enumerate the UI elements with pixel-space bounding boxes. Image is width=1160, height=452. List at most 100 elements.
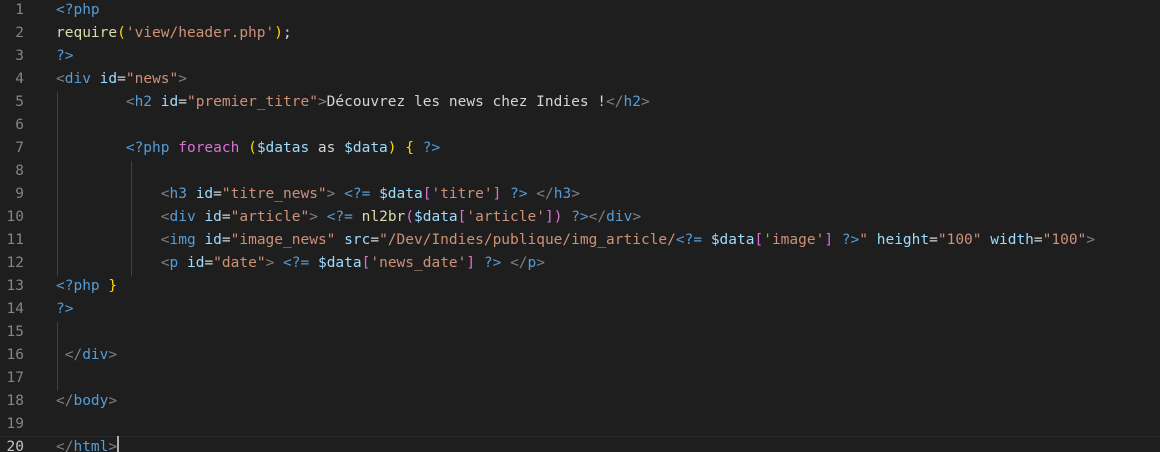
code-line[interactable]: 10 <div id="article"> <?= nl2br($data['a… (0, 206, 1160, 229)
line-number: 6 (15, 117, 24, 133)
line-number: 11 (6, 232, 24, 248)
code-token: </ (588, 209, 607, 225)
code-token: "premier_titre" (186, 94, 318, 110)
line-code[interactable]: <img id="image_news" src="/Dev/Indies/pu… (56, 229, 1095, 252)
code-token: = (1033, 232, 1043, 248)
code-token: < (160, 209, 170, 225)
code-line[interactable]: 20 </html> (0, 436, 1160, 452)
code-token: 'view/header.php' (125, 25, 275, 41)
code-line[interactable]: 16 </div> (0, 344, 1160, 367)
line-number: 14 (6, 301, 24, 317)
code-line[interactable]: 7 <?php foreach ($datas as $data) { ?> (0, 137, 1160, 160)
line-code[interactable]: <div id="article"> <?= nl2br($data['arti… (56, 206, 641, 229)
line-code[interactable]: <h3 id="titre_news"> <?= $data['titre'] … (56, 183, 580, 206)
code-token: > (1086, 232, 1096, 248)
code-token: <?= (283, 255, 310, 271)
code-token: $data (379, 186, 423, 202)
code-line[interactable]: 11 <img id="image_news" src="/Dev/Indies… (0, 229, 1160, 252)
code-line[interactable]: 15 (0, 321, 1160, 344)
line-code[interactable]: ?> (56, 45, 73, 68)
code-token: ?> (422, 140, 441, 156)
indent-guide (57, 92, 58, 276)
code-token: = (370, 232, 380, 248)
code-token: ; (282, 25, 292, 41)
code-token: id (186, 255, 205, 271)
code-token: <?= (344, 186, 371, 202)
code-token: > (571, 186, 580, 202)
code-token: <?= (675, 232, 703, 248)
code-line[interactable]: 4 <div id="news"> (0, 68, 1160, 91)
code-line[interactable]: 9 <h3 id="titre_news"> <?= $data['titre'… (0, 183, 1160, 206)
line-code[interactable]: <?php (56, 0, 100, 22)
code-token: < (56, 71, 65, 87)
code-line[interactable]: 6 (0, 114, 1160, 137)
line-number: 7 (15, 140, 24, 156)
code-token: = (221, 232, 231, 248)
code-token: ] (492, 186, 502, 202)
code-token: nl2br (361, 209, 406, 225)
line-code[interactable]: </body> (56, 390, 117, 413)
code-token: id (195, 186, 214, 202)
line-code[interactable]: <div id="news"> (56, 68, 187, 91)
line-code[interactable]: <?php foreach ($datas as $data) { ?> (56, 137, 440, 160)
line-code[interactable]: ?> (56, 298, 73, 321)
code-token: < (160, 186, 170, 202)
code-editor[interactable]: 1 <?php 2 require('view/header.php'); 3 ?> 4 <d… (0, 0, 1160, 452)
code-line[interactable]: 1 <?php (0, 0, 1160, 22)
code-token: " (859, 232, 868, 248)
code-token: id (160, 94, 179, 110)
line-number: 3 (15, 48, 24, 64)
code-line[interactable]: 5 <h2 id="premier_titre">Découvrez les n… (0, 91, 1160, 114)
code-token: > (536, 255, 545, 271)
line-number: 17 (6, 370, 24, 386)
code-line[interactable]: 12 <p id="date"> <?= $data['news_date'] … (0, 252, 1160, 275)
line-code[interactable]: <h2 id="premier_titre">Découvrez les new… (56, 91, 650, 114)
code-line[interactable]: 18 </body> (0, 390, 1160, 413)
code-line[interactable]: 2 require('view/header.php'); (0, 22, 1160, 45)
code-token: div (606, 209, 633, 225)
code-line[interactable]: 14 ?> (0, 298, 1160, 321)
code-token: "article" (230, 209, 310, 225)
code-token: > (178, 71, 187, 87)
code-token: </ (510, 255, 528, 271)
code-line[interactable]: 13 <?php } (0, 275, 1160, 298)
code-token: h3 (169, 186, 187, 202)
code-token: ?> (841, 232, 860, 248)
code-token: require (56, 25, 118, 41)
code-line[interactable]: 3 ?> (0, 45, 1160, 68)
line-code[interactable]: require('view/header.php'); (56, 22, 292, 45)
code-line[interactable]: 17 (0, 367, 1160, 390)
line-code[interactable]: </div> (56, 344, 117, 367)
code-token: foreach (178, 140, 240, 156)
code-token: 'titre' (431, 186, 493, 202)
code-token: ?> (510, 186, 528, 202)
code-token: $datas (256, 140, 310, 156)
code-token: "100" (937, 232, 982, 248)
indent-guide (131, 161, 132, 276)
line-code[interactable]: </html> (56, 436, 120, 452)
code-token: = (178, 94, 187, 110)
code-token: 'article' (466, 209, 545, 225)
code-token: ( (248, 140, 257, 156)
code-line[interactable]: 19 (0, 413, 1160, 436)
code-token: </ (606, 94, 624, 110)
line-code[interactable]: <?php } (56, 275, 117, 298)
code-line[interactable]: 8 (0, 160, 1160, 183)
line-number: 5 (15, 94, 24, 110)
code-token: $data (710, 232, 755, 248)
line-code[interactable]: <p id="date"> <?= $data['news_date'] ?> … (56, 252, 545, 275)
code-token: <?= (326, 209, 353, 225)
line-number: 8 (15, 163, 24, 179)
code-token: > (632, 209, 642, 225)
